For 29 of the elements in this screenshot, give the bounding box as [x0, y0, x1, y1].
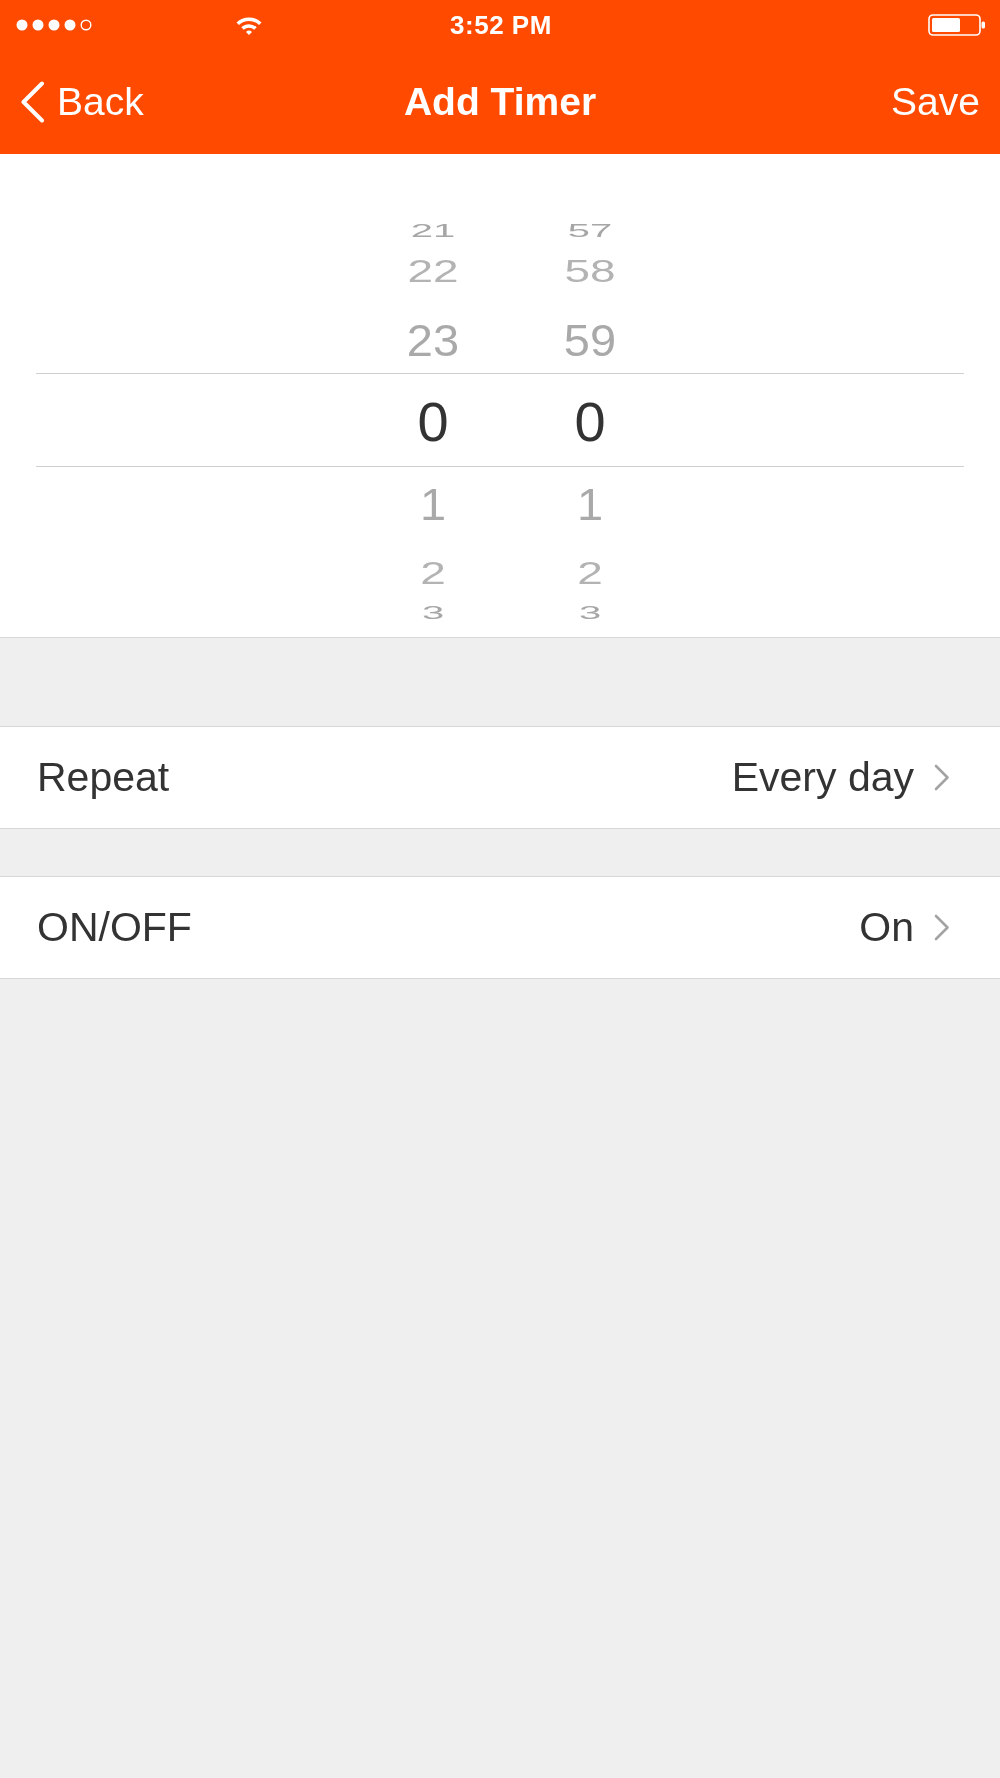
- row-label: Repeat: [37, 754, 171, 801]
- row-value: Every day: [731, 754, 914, 801]
- row-value: On: [859, 904, 914, 951]
- picker-option[interactable]: 2: [577, 557, 603, 589]
- picker-option[interactable]: 22: [407, 255, 459, 287]
- row-label: ON/OFF: [37, 904, 193, 951]
- picker-option[interactable]: 1: [419, 481, 447, 527]
- wifi-icon: [235, 15, 263, 35]
- battery-icon: [928, 14, 986, 36]
- settings-row[interactable]: Repeat Every day: [0, 726, 1000, 829]
- picker-option[interactable]: 3: [421, 604, 445, 622]
- back-button[interactable]: Back: [20, 80, 144, 124]
- picker-option[interactable]: 1: [576, 481, 604, 527]
- picker-option[interactable]: 59: [563, 317, 617, 363]
- chevron-right-icon: [934, 764, 950, 791]
- settings-row[interactable]: ON/OFF On: [0, 876, 1000, 979]
- picker-option[interactable]: 21: [410, 222, 456, 240]
- picker-option[interactable]: 23: [406, 317, 460, 363]
- picker-option[interactable]: 0: [574, 394, 606, 450]
- picker-option[interactable]: 2: [420, 557, 446, 589]
- picker-option[interactable]: 0: [417, 394, 449, 450]
- picker-option[interactable]: 3: [578, 604, 602, 622]
- screen-title: Add Timer: [403, 80, 597, 124]
- picker-option[interactable]: 57: [567, 222, 613, 240]
- save-button[interactable]: Save: [891, 80, 980, 124]
- chevron-left-icon: [20, 81, 45, 123]
- status-time: 3:52 PM: [450, 9, 552, 41]
- picker-option[interactable]: 58: [564, 255, 616, 287]
- chevron-right-icon: [934, 914, 950, 941]
